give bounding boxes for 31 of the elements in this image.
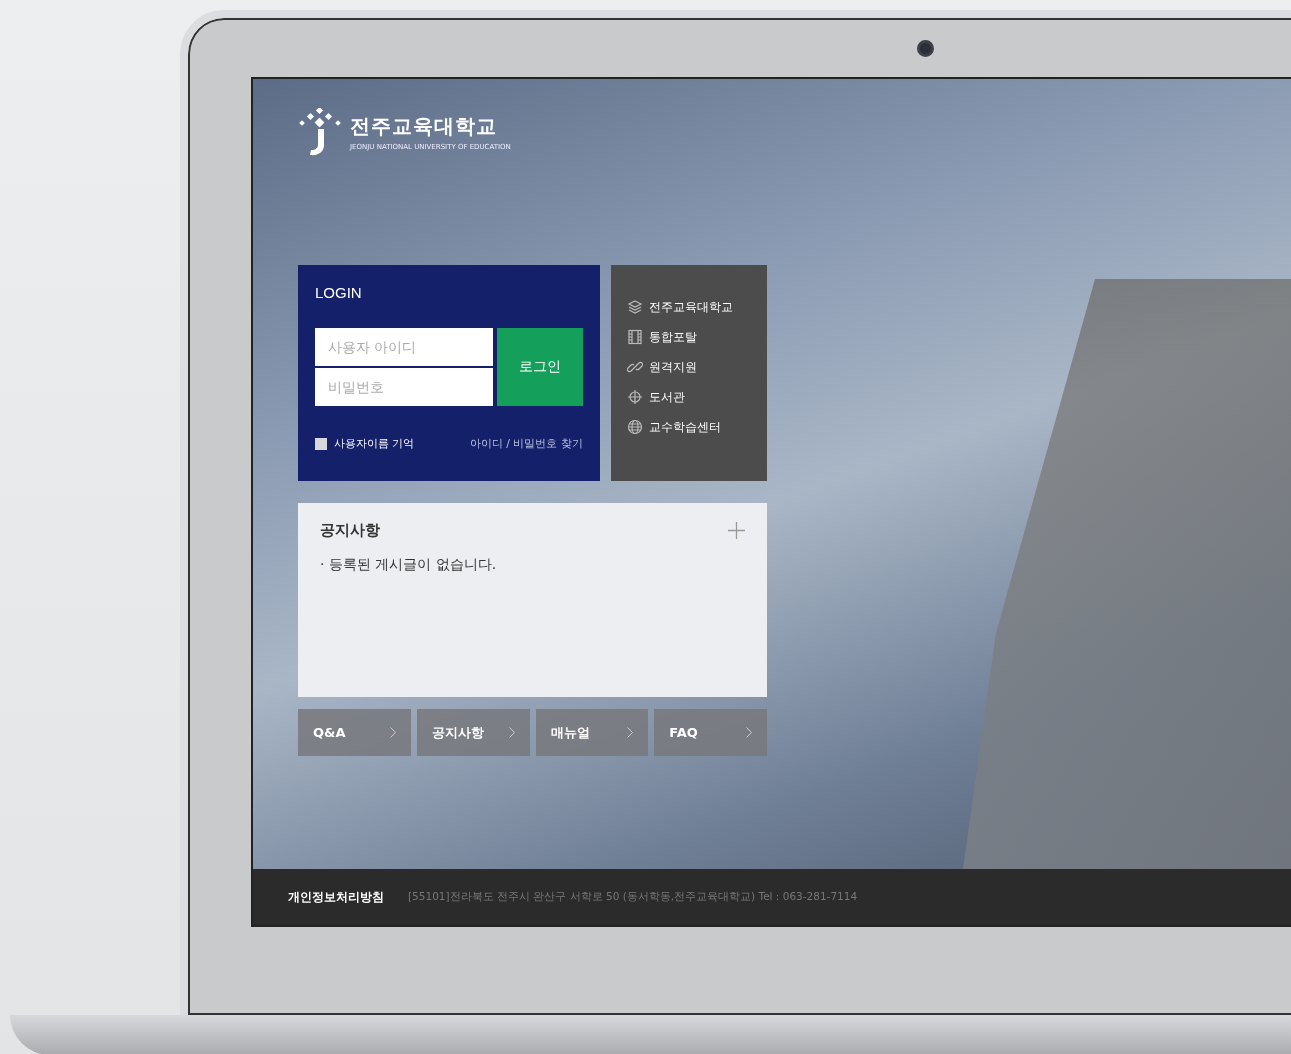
remember-label: 사용자이름 기억 bbox=[334, 436, 415, 451]
password-field[interactable]: 비밀번호 bbox=[315, 368, 493, 406]
chain-link-icon bbox=[627, 359, 643, 375]
chevron-right-icon bbox=[746, 727, 752, 738]
crosshair-icon bbox=[627, 389, 643, 405]
login-title: LOGIN bbox=[315, 284, 363, 301]
globe-icon bbox=[627, 419, 643, 435]
layers-icon bbox=[627, 299, 643, 315]
shortcut-button[interactable]: Q&A bbox=[298, 709, 411, 756]
camera-icon bbox=[916, 40, 934, 57]
shortcut-button[interactable]: 매뉴얼 bbox=[535, 709, 649, 756]
user-id-field[interactable]: 사용자 아이디 bbox=[315, 328, 493, 366]
chevron-right-icon bbox=[389, 727, 396, 738]
film-strip-icon bbox=[627, 329, 643, 345]
privacy-policy-link[interactable]: 개인정보처리방침 bbox=[288, 888, 384, 906]
shortcut-button[interactable]: 공지사항 bbox=[416, 709, 530, 756]
chevron-right-icon bbox=[508, 727, 515, 738]
quick-link[interactable]: 전주교육대학교 bbox=[627, 299, 767, 315]
quick-link[interactable]: 교수학습센터 bbox=[627, 419, 767, 435]
notice-item: · 등록된 게시글이 없습니다. bbox=[320, 556, 498, 574]
quick-link[interactable]: 도서관 bbox=[627, 389, 767, 405]
footer-address: [55101]전라북도 전주시 완산구 서학로 50 (동서학동,전주교육대학교) Tel : 063-281-7114 bbox=[408, 890, 858, 904]
shortcut-button[interactable]: FAQ bbox=[654, 709, 767, 756]
quick-link[interactable]: 원격지원 bbox=[627, 359, 767, 375]
quick-link[interactable]: 통합포탈 bbox=[627, 329, 767, 345]
notice-title: 공지사항 bbox=[320, 521, 380, 540]
remember-checkbox[interactable] bbox=[315, 437, 327, 450]
find-account-link[interactable]: 아이디 / 비밀번호 찾기 bbox=[469, 436, 583, 451]
university-name: 전주교육대학교 bbox=[350, 113, 498, 140]
chevron-right-icon bbox=[627, 727, 634, 738]
logo-icon bbox=[298, 108, 342, 156]
